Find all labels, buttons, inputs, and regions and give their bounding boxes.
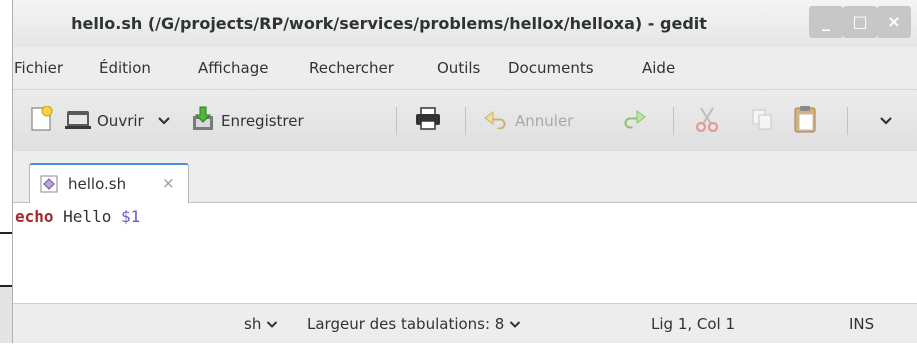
cursor-position: Lig 1, Col 1 <box>651 315 736 333</box>
open-button[interactable]: Ouvrir <box>65 90 144 152</box>
toolbar-overflow-button[interactable] <box>879 90 893 152</box>
code-line-1: echo Hello $1 <box>15 207 140 226</box>
copy-icon <box>751 108 773 134</box>
toolbar-separator <box>396 107 397 135</box>
paste-button[interactable] <box>793 90 817 152</box>
open-recent-dropdown[interactable] <box>157 90 171 152</box>
save-button[interactable]: Enregistrer <box>191 90 304 152</box>
redo-button[interactable] <box>619 90 647 152</box>
menu-fichier[interactable]: Fichier <box>14 47 63 89</box>
paste-icon <box>793 105 817 137</box>
menu-bar: Fichier Édition Affichage Rechercher Out… <box>13 47 917 89</box>
status-bar: sh Largeur des tabulations: 8 Lig 1, Col… <box>13 303 917 343</box>
title-bar[interactable]: hello.sh (/G/projects/RP/work/services/p… <box>13 0 917 47</box>
chevron-down-icon <box>509 321 521 328</box>
script-file-icon <box>40 175 58 197</box>
chevron-down-icon <box>266 321 278 328</box>
tab-width-label: Largeur des tabulations: 8 <box>307 315 505 333</box>
menu-documents[interactable]: Documents <box>508 47 594 89</box>
cut-icon <box>695 106 719 136</box>
window-title: hello.sh (/G/projects/RP/work/services/p… <box>71 14 707 33</box>
close-window-button[interactable]: × <box>877 6 911 38</box>
tab-close-icon[interactable]: × <box>162 174 175 192</box>
print-button[interactable] <box>415 90 441 152</box>
new-document-icon <box>29 105 53 136</box>
tab-label: hello.sh <box>68 175 127 193</box>
redo-icon <box>619 108 647 134</box>
code-variable: $1 <box>120 207 141 226</box>
background-panel <box>0 287 12 343</box>
toolbar-separator <box>465 107 466 135</box>
language-label: sh <box>244 315 262 333</box>
menu-aide[interactable]: Aide <box>642 47 675 89</box>
document-tab-bar: hello.sh × <box>13 151 917 203</box>
toolbar-separator <box>847 107 848 135</box>
language-selector[interactable]: sh <box>244 304 278 344</box>
print-icon <box>415 107 441 135</box>
open-label: Ouvrir <box>97 112 144 130</box>
overflow-chevron-icon <box>879 112 893 130</box>
undo-icon <box>483 109 509 133</box>
background-divider <box>0 232 12 234</box>
menu-affichage[interactable]: Affichage <box>198 47 268 89</box>
tab-hello-sh[interactable]: hello.sh × <box>29 163 189 203</box>
save-label: Enregistrer <box>221 112 304 130</box>
code-keyword: echo <box>15 207 54 226</box>
undo-button[interactable]: Annuler <box>483 90 573 152</box>
tab-width-selector[interactable]: Largeur des tabulations: 8 <box>307 304 521 344</box>
toolbar: Ouvrir Enregistrer Annuler <box>13 89 917 151</box>
toolbar-separator <box>673 107 674 135</box>
save-icon <box>191 106 215 136</box>
open-folder-icon <box>65 108 91 134</box>
cut-button[interactable] <box>695 90 719 152</box>
chevron-down-icon <box>157 112 171 130</box>
menu-edition[interactable]: Édition <box>99 47 151 89</box>
insert-mode-indicator: INS <box>849 315 875 333</box>
code-text: Hello <box>53 207 121 226</box>
menu-rechercher[interactable]: Rechercher <box>309 47 394 89</box>
gedit-window: hello.sh (/G/projects/RP/work/services/p… <box>12 0 917 343</box>
copy-button[interactable] <box>751 90 773 152</box>
menu-outils[interactable]: Outils <box>437 47 480 89</box>
text-editor[interactable]: echo Hello $1 <box>13 203 917 303</box>
minimize-button[interactable]: _ <box>809 6 843 38</box>
undo-label: Annuler <box>515 112 574 130</box>
maximize-button[interactable]: □ <box>843 6 877 38</box>
new-document-button[interactable] <box>29 90 53 152</box>
